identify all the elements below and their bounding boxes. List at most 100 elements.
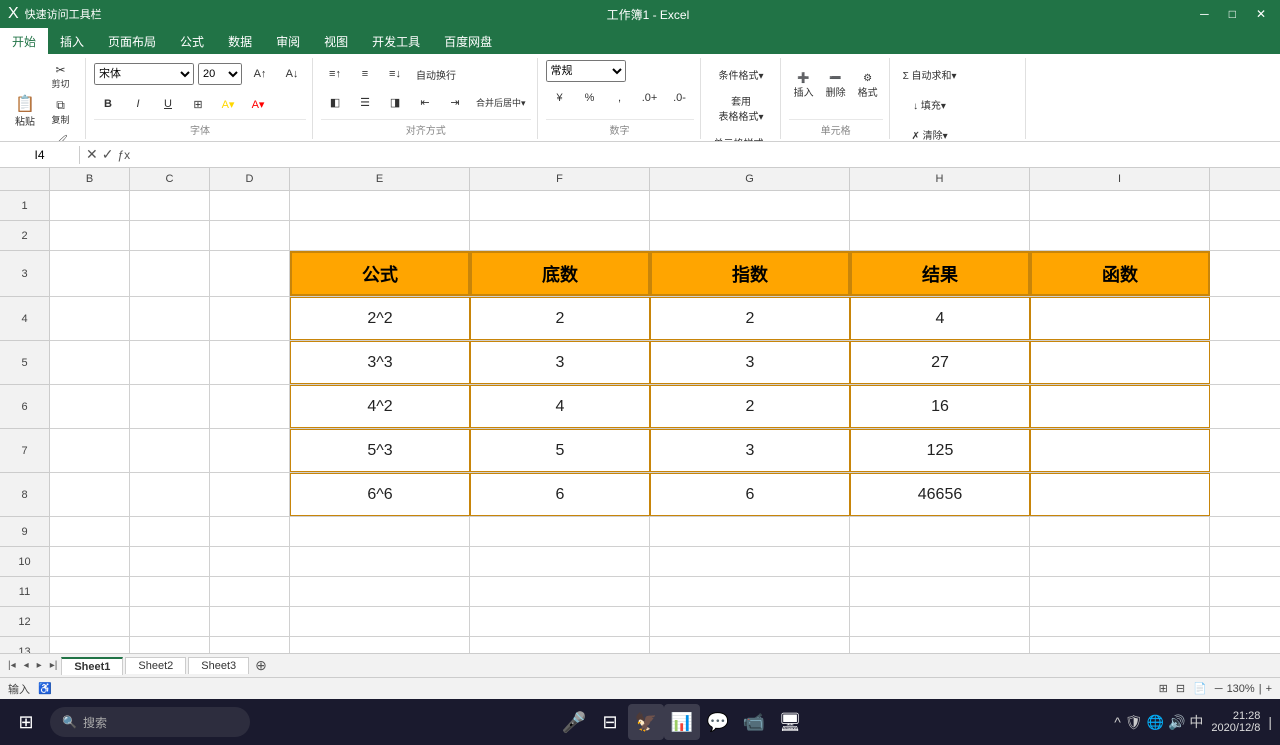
cell-g10[interactable]: [650, 547, 850, 576]
row-header-10[interactable]: 10: [0, 547, 49, 577]
cell-i9[interactable]: [1030, 517, 1210, 546]
cell-f9[interactable]: [470, 517, 650, 546]
tab-developer[interactable]: 开发工具: [360, 28, 432, 54]
search-bar[interactable]: 🔍 搜索: [50, 707, 250, 737]
tray-network[interactable]: 🌐: [1147, 714, 1164, 731]
taskbar-task-view[interactable]: ⊟: [592, 704, 628, 740]
align-top-button[interactable]: ≡↑: [321, 60, 349, 88]
cell-d11[interactable]: [210, 577, 290, 606]
tab-baidu[interactable]: 百度网盘: [432, 28, 504, 54]
cell-b5[interactable]: [50, 341, 130, 384]
cell-c9[interactable]: [130, 517, 210, 546]
cell-b13[interactable]: [50, 637, 130, 653]
align-center-button[interactable]: ☰: [351, 88, 379, 116]
clear-button[interactable]: ✗ 清除▾: [898, 120, 962, 142]
insert-button[interactable]: ➕插入: [789, 60, 819, 112]
cell-c7[interactable]: [130, 429, 210, 472]
cell-g11[interactable]: [650, 577, 850, 606]
cell-g5-exponent[interactable]: 3: [650, 341, 850, 384]
cell-g7-exponent[interactable]: 3: [650, 429, 850, 472]
cell-h12[interactable]: [850, 607, 1030, 636]
font-size-select[interactable]: 20: [198, 63, 242, 85]
cell-i7-function[interactable]: [1030, 429, 1210, 472]
cell-f12[interactable]: [470, 607, 650, 636]
increase-decimal-button[interactable]: .0+: [636, 84, 664, 112]
cell-g8-exponent[interactable]: 6: [650, 473, 850, 516]
col-header-g[interactable]: G: [650, 168, 850, 190]
cell-h5-result[interactable]: 27: [850, 341, 1030, 384]
view-page-break-icon[interactable]: ⊟: [1176, 682, 1185, 695]
tab-home[interactable]: 开始: [0, 28, 48, 54]
cell-styles-button[interactable]: 单元格样式▾: [709, 128, 774, 142]
cell-e1[interactable]: [290, 191, 470, 220]
taskbar-video[interactable]: 📹: [736, 704, 772, 740]
cell-reference-box[interactable]: I4: [0, 146, 80, 164]
cell-d12[interactable]: [210, 607, 290, 636]
cell-b8[interactable]: [50, 473, 130, 516]
sheet-nav-first[interactable]: |◂: [4, 658, 20, 673]
tray-ime[interactable]: 中: [1189, 712, 1203, 732]
align-bottom-button[interactable]: ≡↓: [381, 60, 409, 88]
sheet-tab-2[interactable]: Sheet2: [125, 657, 186, 674]
cell-f11[interactable]: [470, 577, 650, 606]
cut-button[interactable]: ✂ 剪切: [42, 60, 79, 93]
number-format-select[interactable]: 常规: [546, 60, 626, 82]
cell-b9[interactable]: [50, 517, 130, 546]
cell-d9[interactable]: [210, 517, 290, 546]
cell-e2[interactable]: [290, 221, 470, 250]
sheet-tab-3[interactable]: Sheet3: [188, 657, 249, 674]
tab-review[interactable]: 审阅: [264, 28, 312, 54]
cell-b6[interactable]: [50, 385, 130, 428]
delete-button[interactable]: ➖删除: [821, 60, 851, 112]
thousands-button[interactable]: ,: [606, 84, 634, 112]
confirm-formula-icon[interactable]: ✓: [102, 146, 114, 163]
cell-i11[interactable]: [1030, 577, 1210, 606]
col-header-f[interactable]: F: [470, 168, 650, 190]
font-size-decrease-button[interactable]: A↓: [278, 60, 306, 88]
view-normal-icon[interactable]: ⊞: [1159, 682, 1168, 695]
cell-b7[interactable]: [50, 429, 130, 472]
cell-e7-formula[interactable]: 5^3: [290, 429, 470, 472]
cell-f10[interactable]: [470, 547, 650, 576]
cell-e9[interactable]: [290, 517, 470, 546]
cell-g12[interactable]: [650, 607, 850, 636]
col-header-e[interactable]: E: [290, 168, 470, 190]
cell-f3-header-base[interactable]: 底数: [470, 251, 650, 296]
cell-b3[interactable]: [50, 251, 130, 296]
border-button[interactable]: ⊞: [184, 90, 212, 118]
cell-i6-function[interactable]: [1030, 385, 1210, 428]
cell-e5-formula[interactable]: 3^3: [290, 341, 470, 384]
sheet-nav-last[interactable]: ▸|: [46, 658, 62, 673]
cell-d10[interactable]: [210, 547, 290, 576]
cell-h8-result[interactable]: 46656: [850, 473, 1030, 516]
currency-button[interactable]: ¥: [546, 84, 574, 112]
taskbar-extra[interactable]: 🖥: [772, 704, 808, 740]
add-sheet-button[interactable]: ⊕: [251, 657, 271, 674]
row-header-1[interactable]: 1: [0, 191, 49, 221]
zoom-in-icon[interactable]: +: [1266, 683, 1272, 695]
formula-input[interactable]: [136, 146, 1280, 164]
cell-b4[interactable]: [50, 297, 130, 340]
cell-g4-exponent[interactable]: 2: [650, 297, 850, 340]
cell-e4-formula[interactable]: 2^2: [290, 297, 470, 340]
taskbar-cortana[interactable]: 🎤: [556, 704, 592, 740]
cell-c2[interactable]: [130, 221, 210, 250]
col-header-b[interactable]: B: [50, 168, 130, 190]
cell-e12[interactable]: [290, 607, 470, 636]
cell-i10[interactable]: [1030, 547, 1210, 576]
tray-shield[interactable]: 🛡: [1125, 714, 1143, 731]
wrap-text-button[interactable]: 自动换行: [411, 60, 461, 88]
tab-view[interactable]: 视图: [312, 28, 360, 54]
cell-f2[interactable]: [470, 221, 650, 250]
decrease-decimal-button[interactable]: .0-: [666, 84, 694, 112]
accessibility-icon[interactable]: ♿: [38, 682, 52, 695]
col-header-d[interactable]: D: [210, 168, 290, 190]
cell-i13[interactable]: [1030, 637, 1210, 653]
cell-h9[interactable]: [850, 517, 1030, 546]
cell-e11[interactable]: [290, 577, 470, 606]
row-header-4[interactable]: 4: [0, 297, 49, 341]
tray-volume[interactable]: 🔊: [1168, 714, 1185, 731]
cell-g2[interactable]: [650, 221, 850, 250]
cell-g1[interactable]: [650, 191, 850, 220]
cell-g9[interactable]: [650, 517, 850, 546]
